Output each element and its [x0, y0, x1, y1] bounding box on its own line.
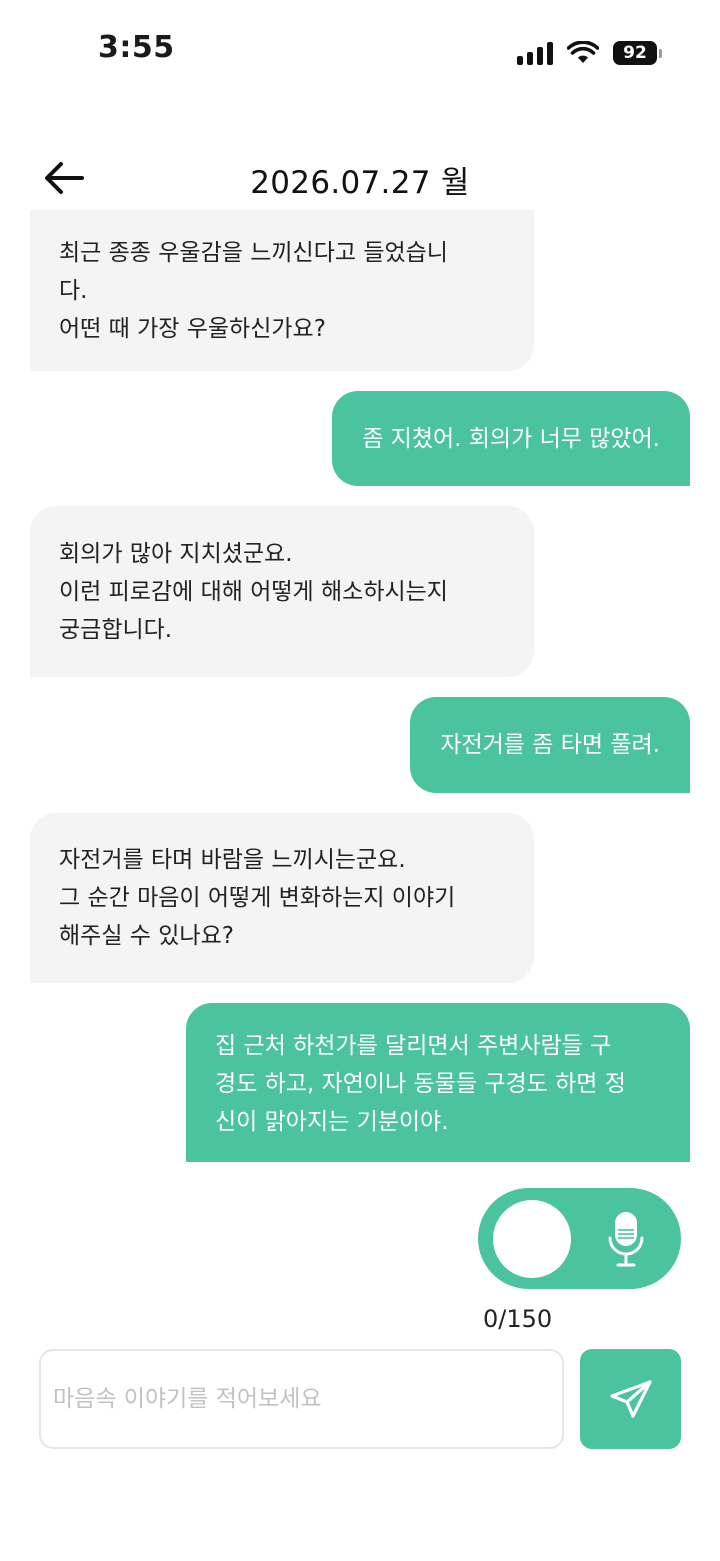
bot-message: 자전거를 타며 바람을 느끼시는군요. 그 순간 마음이 어떻게 변화하는지 이…: [30, 813, 534, 983]
message-text: 좀 지쳤어. 회의가 너무 많았어.: [362, 425, 660, 452]
chat-screen: 3:55 92 2026.07.27 월 최근 종종 우울감을 느끼신다고 들었…: [0, 0, 720, 1561]
character-count: 0/150: [483, 1305, 553, 1333]
voice-input-toggle[interactable]: [478, 1188, 681, 1289]
status-time: 3:55: [98, 30, 175, 65]
signal-icon: [517, 41, 553, 65]
user-message: 좀 지쳤어. 회의가 너무 많았어.: [332, 391, 690, 486]
message-text: 자전거를 좀 타면 풀려.: [440, 732, 660, 758]
message-text: 최근 종종 우울감을 느끼신다고 들었습니 다. 어떤 때 가장 우울하신가요?: [59, 239, 448, 342]
user-message: 집 근처 하천가를 달리면서 주변사람들 구 경도 하고, 자연이나 동물들 구…: [186, 1003, 690, 1162]
message-text: 자전거를 타며 바람을 느끼시는군요. 그 순간 마음이 어떻게 변화하는지 이…: [59, 847, 456, 949]
chat-thread[interactable]: 최근 종종 우울감을 느끼신다고 들었습니 다. 어떤 때 가장 우울하신가요?…: [0, 210, 720, 1162]
message-input[interactable]: [39, 1349, 564, 1449]
user-message: 자전거를 좀 타면 풀려.: [410, 697, 690, 793]
battery-icon: 92: [613, 41, 662, 65]
microphone-icon: [608, 1212, 644, 1267]
send-icon: [609, 1380, 652, 1418]
wifi-icon: [567, 41, 599, 63]
battery-level: 92: [613, 41, 657, 65]
message-text: 집 근처 하천가를 달리면서 주변사람들 구 경도 하고, 자연이나 동물들 구…: [215, 1033, 626, 1135]
bot-message: 회의가 많아 지치셨군요. 이런 피로감에 대해 어떻게 해소하시는지 궁금합니…: [30, 506, 534, 677]
send-button[interactable]: [580, 1349, 681, 1449]
status-icons: 92: [517, 36, 662, 70]
bot-message: 최근 종종 우울감을 느끼신다고 들었습니 다. 어떤 때 가장 우울하신가요?: [30, 210, 534, 371]
page-title-date: 2026.07.27 월: [250, 165, 470, 201]
message-text: 회의가 많아 지치셨군요. 이런 피로감에 대해 어떻게 해소하시는지 궁금합니…: [59, 540, 448, 643]
toggle-knob: [493, 1200, 571, 1278]
